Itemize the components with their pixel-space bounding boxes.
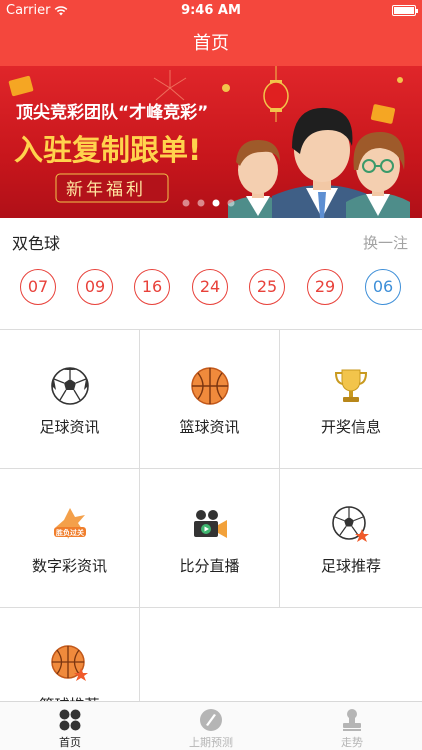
carousel-dot [197, 199, 205, 207]
menu-item-basketball-tips[interactable]: 篮球推荐 [0, 608, 140, 714]
menu-item-digital-lottery-news[interactable]: 胜负过关 数字彩资讯 [0, 469, 140, 608]
menu-item-label: 数字彩资讯 [31, 557, 107, 575]
menu-item-label: 比分直播 [179, 557, 240, 575]
tab-label: 首页 [59, 736, 81, 749]
lottery-balls: 07 09 16 24 25 29 06 [20, 269, 402, 307]
banner-tag: 新年福利 [66, 180, 146, 200]
red-ball: 16 [134, 269, 170, 305]
soccer-star-icon [332, 506, 369, 542]
grid-icon [59, 709, 81, 731]
svg-text:胜负过关: 胜负过关 [55, 528, 84, 537]
nav-bar: 首页 [0, 22, 422, 66]
carousel-dot [182, 199, 190, 207]
blue-ball: 06 [365, 269, 401, 305]
basketball-icon [190, 367, 229, 405]
menu-grid: 足球资讯 篮球资讯 开奖信息 胜负过关 数字彩资讯 比分直播 足球推荐 [0, 330, 422, 714]
red-ball: 07 [20, 269, 56, 305]
menu-item-football-tips[interactable]: 足球推荐 [280, 469, 422, 608]
banner-artwork: 顶尖竞彩团队“才峰竞彩” 入驻复制跟单! 新年福利 [8, 66, 410, 218]
tab-last-prediction[interactable]: 上期预测 [141, 702, 281, 750]
red-ball: 09 [77, 269, 113, 305]
tab-home[interactable]: 首页 [0, 702, 140, 750]
tab-label: 上期预测 [189, 736, 233, 749]
banner-headline-2: 入驻复制跟单! [14, 133, 201, 167]
menu-empty-cell [140, 608, 422, 702]
menu-item-live-scores[interactable]: 比分直播 [140, 469, 280, 608]
menu-item-label: 足球推荐 [320, 557, 381, 575]
video-camera-icon [193, 510, 227, 538]
tab-bar: 首页 上期预测 走势 [0, 701, 422, 750]
red-ball: 24 [192, 269, 228, 305]
refresh-numbers-button[interactable]: 换一注 [363, 232, 408, 253]
page-title: 首页 [193, 33, 229, 54]
menu-item-label: 开奖信息 [320, 418, 381, 436]
menu-item-basketball-news[interactable]: 篮球资讯 [140, 330, 280, 469]
red-ball: 25 [249, 269, 285, 305]
lottery-title: 双色球 [12, 234, 61, 253]
status-time: 9:46 AM [181, 3, 241, 18]
basketball-star-icon [50, 645, 88, 681]
menu-item-label: 足球资讯 [39, 418, 100, 436]
trophy-icon [334, 369, 368, 402]
lantern-icon [263, 66, 289, 122]
lucky-logo-icon: 胜负过关 [53, 508, 86, 539]
carousel-dot-active [212, 199, 220, 207]
red-ball: 29 [307, 269, 343, 305]
status-bar: Carrier 9:46 AM [0, 0, 422, 22]
compass-icon [200, 709, 222, 731]
menu-item-football-news[interactable]: 足球资讯 [0, 330, 140, 469]
banner-person-right [346, 132, 410, 218]
promo-banner[interactable]: 顶尖竞彩团队“才峰竞彩” 入驻复制跟单! 新年福利 [0, 66, 422, 218]
carousel-dot [227, 199, 235, 207]
battery-icon [392, 5, 418, 16]
tab-trend[interactable]: 走势 [282, 702, 422, 750]
stamp-icon [343, 709, 361, 731]
menu-item-draw-results[interactable]: 开奖信息 [280, 330, 422, 469]
carousel-dots[interactable] [181, 198, 241, 208]
soccer-ball-icon [50, 367, 89, 405]
menu-item-label: 篮球资讯 [179, 418, 240, 436]
tab-label: 走势 [341, 736, 363, 749]
banner-headline-1: 顶尖竞彩团队“才峰竞彩” [16, 102, 208, 123]
